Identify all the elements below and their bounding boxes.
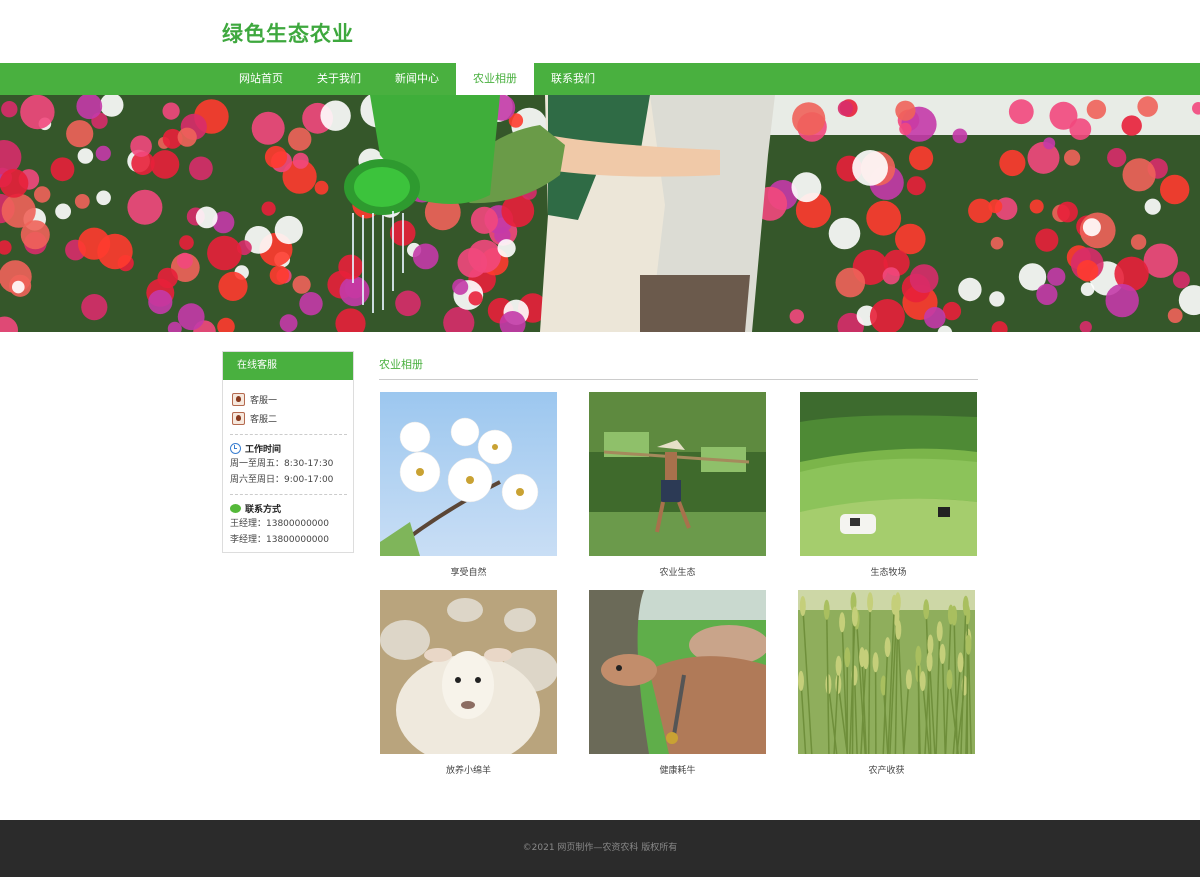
service-label: 客服二 xyxy=(250,415,278,425)
contact-line-1: 王经理：13800000000 xyxy=(230,519,329,529)
hours-weekday: 周一至周五：8:30-17:30 xyxy=(230,459,334,469)
main-nav: 网站首页 关于我们 新闻中心 农业相册 联系我们 xyxy=(0,63,1200,95)
photo-caption: 农产收获 xyxy=(868,766,905,776)
photo-image[interactable] xyxy=(380,590,557,754)
contact-line-2: 李经理：13800000000 xyxy=(230,535,329,545)
hours-heading: 工作时间 xyxy=(230,440,347,456)
photo-card[interactable]: 农产收获 xyxy=(798,590,975,776)
sidebar-heading: 在线客服 xyxy=(223,352,353,380)
section-title: 农业相册 xyxy=(379,351,978,380)
photo-caption: 享受自然 xyxy=(450,568,487,578)
footer: ©2021 网页制作—农资农科 版权所有 xyxy=(0,820,1200,877)
nav-item-about[interactable]: 关于我们 xyxy=(300,63,378,95)
divider xyxy=(230,494,347,495)
photo-card[interactable]: 农业生态 xyxy=(589,392,766,578)
customer-service-panel: 在线客服 客服一 客服二 工作时间 周一至周五：8:30-17:30 周六至周日… xyxy=(222,351,354,553)
photo-card[interactable]: 享受自然 xyxy=(380,392,557,578)
contact-heading: 联系方式 xyxy=(230,500,347,516)
photo-image[interactable] xyxy=(589,392,766,556)
photo-caption: 生态牧场 xyxy=(870,568,907,578)
clock-icon xyxy=(230,442,241,454)
nav-item-album[interactable]: 农业相册 xyxy=(456,63,534,95)
photo-card[interactable]: 放养小绵羊 xyxy=(380,590,557,776)
photo-caption: 放养小绵羊 xyxy=(445,766,491,776)
divider xyxy=(230,434,347,435)
nav-item-news[interactable]: 新闻中心 xyxy=(378,63,456,95)
banner-image xyxy=(0,95,1200,332)
site-title[interactable]: 绿色生态农业 xyxy=(222,18,354,48)
hours-title: 工作时间 xyxy=(245,444,282,455)
chat-icon xyxy=(230,503,241,513)
hours-weekend: 周六至周日：9:00-17:00 xyxy=(230,475,334,485)
photo-image[interactable] xyxy=(380,392,557,556)
photo-image[interactable] xyxy=(800,392,977,556)
photo-image[interactable] xyxy=(589,590,766,754)
photo-image[interactable] xyxy=(798,590,975,754)
photo-card[interactable]: 生态牧场 xyxy=(800,392,977,578)
photo-caption: 健康耗牛 xyxy=(659,766,696,776)
photo-card[interactable]: 健康耗牛 xyxy=(589,590,766,776)
qq-icon xyxy=(232,412,245,425)
qq-icon xyxy=(232,393,245,406)
hero-banner xyxy=(0,95,1200,332)
contact-title: 联系方式 xyxy=(245,504,282,515)
photo-caption: 农业生态 xyxy=(659,568,696,578)
copyright-text: ©2021 网页制作—农资农科 版权所有 xyxy=(522,843,678,853)
nav-item-contact[interactable]: 联系我们 xyxy=(534,63,612,95)
nav-item-home[interactable]: 网站首页 xyxy=(222,63,300,95)
service-link-1[interactable]: 客服一 xyxy=(230,390,347,409)
service-label: 客服一 xyxy=(250,396,278,406)
header: 绿色生态农业 xyxy=(0,0,1200,63)
album-section: 农业相册 享受自然 农业生态 生态牧场 放养小绵羊 健康耗牛 农产收获 xyxy=(379,351,978,776)
service-link-2[interactable]: 客服二 xyxy=(230,409,347,428)
